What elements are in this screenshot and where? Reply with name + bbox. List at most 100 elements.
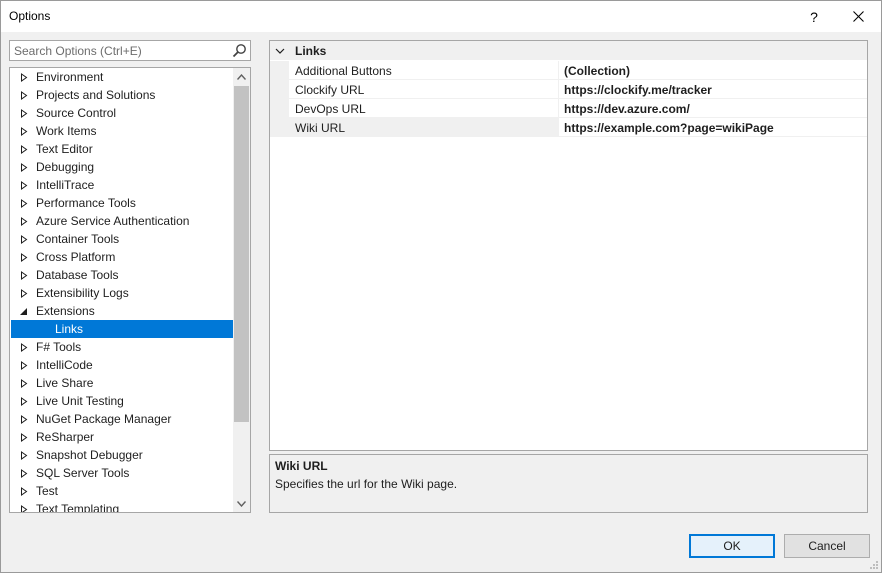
collapsed-arrow-icon[interactable] [19, 86, 29, 104]
property-row-wiki-url[interactable]: Wiki URL https://example.com?page=wikiPag… [270, 118, 867, 137]
expanded-arrow-icon[interactable] [19, 302, 29, 320]
tree-item-source-control[interactable]: Source Control [11, 104, 233, 122]
tree-item-projects-and-solutions[interactable]: Projects and Solutions [11, 86, 233, 104]
tree-item-database-tools[interactable]: Database Tools [11, 266, 233, 284]
collapsed-arrow-icon[interactable] [19, 248, 29, 266]
category-row-links[interactable]: Links [270, 41, 867, 61]
tree-item-live-unit-testing[interactable]: Live Unit Testing [11, 392, 233, 410]
collapsed-arrow-icon[interactable] [19, 500, 29, 512]
column-separator[interactable] [558, 80, 559, 99]
tree-item-label: Extensibility Logs [36, 286, 129, 300]
collapsed-arrow-icon[interactable] [19, 446, 29, 464]
collapsed-arrow-icon[interactable] [19, 464, 29, 482]
options-tree: Environment Projects and Solutions Source … [9, 67, 251, 513]
column-separator[interactable] [558, 118, 559, 137]
collapsed-arrow-icon[interactable] [19, 356, 29, 374]
scroll-up-button[interactable] [233, 68, 250, 85]
tree-item-intellitrace[interactable]: IntelliTrace [11, 176, 233, 194]
collapsed-arrow-icon[interactable] [19, 284, 29, 302]
tree-item-label: NuGet Package Manager [36, 412, 172, 426]
property-row-additional-buttons[interactable]: Additional Buttons (Collection) [270, 61, 867, 80]
column-separator[interactable] [558, 61, 559, 80]
tree-item-nuget-package-manager[interactable]: NuGet Package Manager [11, 410, 233, 428]
collapsed-arrow-icon[interactable] [19, 482, 29, 500]
row-gutter [270, 99, 289, 118]
property-row-clockify-url[interactable]: Clockify URL https://clockify.me/tracker [270, 80, 867, 99]
tree-item-label: Links [55, 322, 84, 336]
tree-item-debugging[interactable]: Debugging [11, 158, 233, 176]
tree-item-label: Environment [36, 70, 104, 84]
row-gutter [270, 118, 289, 137]
collapsed-arrow-icon[interactable] [19, 410, 29, 428]
tree-item-azure-service-authentication[interactable]: Azure Service Authentication [11, 212, 233, 230]
tree-item-label: IntelliTrace [36, 178, 95, 192]
chevron-down-icon [237, 500, 246, 507]
scroll-thumb[interactable] [234, 86, 249, 422]
collapse-arrow-icon[interactable] [275, 46, 285, 56]
tree-item-label: Text Editor [36, 142, 93, 156]
tree-item-label: Extensions [36, 304, 95, 318]
collapsed-arrow-icon[interactable] [19, 338, 29, 356]
help-button[interactable]: ? [791, 1, 837, 32]
tree-item-intellicode[interactable]: IntelliCode [11, 356, 233, 374]
collapsed-arrow-icon[interactable] [19, 194, 29, 212]
collapsed-arrow-icon[interactable] [19, 122, 29, 140]
collapsed-arrow-icon[interactable] [19, 176, 29, 194]
property-value[interactable]: https://dev.azure.com/ [564, 102, 690, 116]
collapsed-arrow-icon[interactable] [19, 140, 29, 158]
collapsed-arrow-icon[interactable] [19, 104, 29, 122]
tree-item-performance-tools[interactable]: Performance Tools [11, 194, 233, 212]
chevron-up-icon [237, 73, 246, 80]
tree-item-text-templating[interactable]: Text Templating [11, 500, 233, 512]
collapsed-arrow-icon[interactable] [19, 266, 29, 284]
tree-item-work-items[interactable]: Work Items [11, 122, 233, 140]
collapsed-arrow-icon[interactable] [19, 158, 29, 176]
tree-list: Environment Projects and Solutions Source … [11, 68, 233, 512]
tree-item-label: Container Tools [36, 232, 120, 246]
collapsed-arrow-icon[interactable] [19, 428, 29, 446]
tree-item-test[interactable]: Test [11, 482, 233, 500]
tree-item-cross-platform[interactable]: Cross Platform [11, 248, 233, 266]
tree-item-links[interactable]: Links [11, 320, 233, 338]
tree-item-label: ReSharper [36, 430, 95, 444]
cancel-button[interactable]: Cancel [784, 534, 870, 558]
collapsed-arrow-icon[interactable] [19, 230, 29, 248]
tree-item-sql-server-tools[interactable]: SQL Server Tools [11, 464, 233, 482]
title-bar: Options ? [1, 1, 881, 32]
tree-item-label: Projects and Solutions [36, 88, 156, 102]
close-button[interactable] [835, 1, 881, 32]
tree-item-environment[interactable]: Environment [11, 68, 233, 86]
tree-item-snapshot-debugger[interactable]: Snapshot Debugger [11, 446, 233, 464]
tree-item-label: Performance Tools [36, 196, 136, 210]
tree-item-extensibility-logs[interactable]: Extensibility Logs [11, 284, 233, 302]
tree-item-resharper[interactable]: ReSharper [11, 428, 233, 446]
property-value[interactable]: https://clockify.me/tracker [564, 83, 712, 97]
tree-item-extensions[interactable]: Extensions [11, 302, 233, 320]
column-separator[interactable] [558, 99, 559, 118]
property-value[interactable]: https://example.com?page=wikiPage [564, 121, 774, 135]
description-pane: Wiki URL Specifies the url for the Wiki … [269, 454, 868, 513]
property-name: Wiki URL [295, 121, 345, 135]
ok-button[interactable]: OK [689, 534, 775, 558]
tree-item-label: Work Items [36, 124, 97, 138]
description-title: Wiki URL [275, 459, 328, 473]
tree-item-label: Live Unit Testing [36, 394, 124, 408]
collapsed-arrow-icon[interactable] [19, 68, 29, 86]
property-grid: Links Additional Buttons (Collection) Cloc… [269, 40, 868, 451]
property-row-devops-url[interactable]: DevOps URL https://dev.azure.com/ [270, 99, 867, 118]
resize-grip-icon[interactable] [869, 560, 879, 570]
collapsed-arrow-icon[interactable] [19, 392, 29, 410]
dialog-title: Options [9, 9, 51, 23]
search-icon[interactable] [232, 43, 247, 58]
tree-item-f-tools[interactable]: F# Tools [11, 338, 233, 356]
scroll-down-button[interactable] [233, 495, 250, 512]
tree-item-live-share[interactable]: Live Share [11, 374, 233, 392]
tree-item-container-tools[interactable]: Container Tools [11, 230, 233, 248]
collapsed-arrow-icon[interactable] [19, 374, 29, 392]
property-value[interactable]: (Collection) [564, 64, 630, 78]
tree-scrollbar[interactable] [233, 68, 250, 512]
tree-item-label: IntelliCode [36, 358, 93, 372]
tree-item-text-editor[interactable]: Text Editor [11, 140, 233, 158]
collapsed-arrow-icon[interactable] [19, 212, 29, 230]
search-input[interactable] [10, 41, 230, 60]
